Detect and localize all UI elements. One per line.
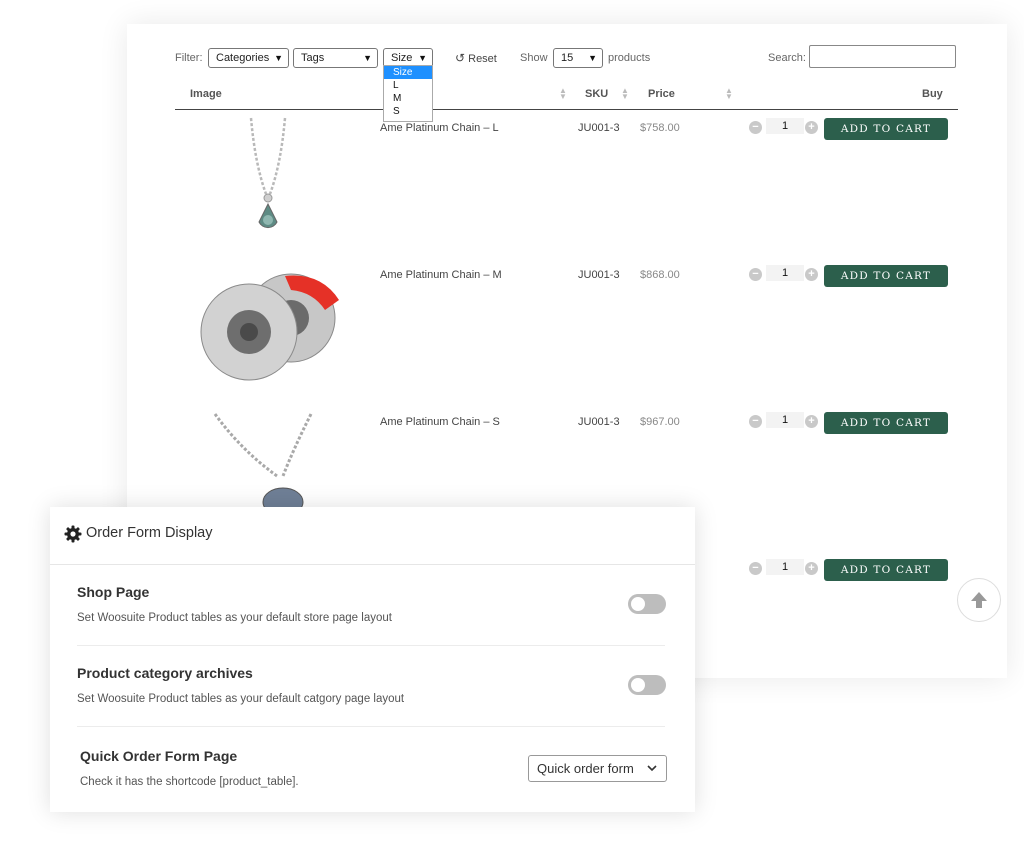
categories-select-value: Categories xyxy=(216,52,270,64)
product-price: $967.00 xyxy=(640,416,680,428)
reset-icon: ↺ xyxy=(455,51,466,65)
quick-order-page-description: Check it has the shortcode [product_tabl… xyxy=(80,776,299,788)
size-option[interactable]: Size xyxy=(384,66,432,79)
tags-select[interactable]: Tags ▼ xyxy=(293,48,378,68)
quantity-plus-button[interactable]: + xyxy=(805,415,818,428)
size-select-value: Size xyxy=(391,52,413,64)
reset-button[interactable]: ↺ Reset xyxy=(455,51,497,65)
quantity-minus-button[interactable]: − xyxy=(749,121,762,134)
chevron-down-icon: ▼ xyxy=(363,53,372,63)
minus-icon: − xyxy=(752,415,759,427)
product-sku: JU001-3 xyxy=(578,416,620,428)
column-image[interactable]: Image xyxy=(190,88,222,100)
category-archives-toggle[interactable] xyxy=(628,675,666,695)
quantity-input[interactable]: 1 xyxy=(766,265,804,281)
order-form-display-panel: Order Form Display Shop Page Set Woosuit… xyxy=(50,507,695,812)
product-image-gem-necklace[interactable] xyxy=(211,410,331,510)
show-count-value: 15 xyxy=(561,52,574,64)
toggle-knob xyxy=(631,678,645,692)
shop-page-toggle[interactable] xyxy=(628,594,666,614)
quick-order-page-title: Quick Order Form Page xyxy=(80,748,238,764)
show-label: Show xyxy=(520,52,548,64)
shop-page-description: Set Woosuite Product tables as your defa… xyxy=(77,612,392,624)
quantity-input[interactable]: 1 xyxy=(766,412,804,428)
plus-icon: + xyxy=(808,268,815,280)
show-count-select[interactable]: 15 ▼ xyxy=(553,48,603,68)
column-price[interactable]: Price xyxy=(648,88,675,100)
quantity-plus-button[interactable]: + xyxy=(805,268,818,281)
toggle-knob xyxy=(631,597,645,611)
products-label: products xyxy=(608,52,651,64)
sort-icon[interactable]: ▲ ▼ xyxy=(725,87,733,101)
quantity-plus-button[interactable]: + xyxy=(805,121,818,134)
category-archives-title: Product category archives xyxy=(77,665,253,681)
quick-order-page-select[interactable]: Quick order form xyxy=(528,755,667,782)
category-archives-description: Set Woosuite Product tables as your defa… xyxy=(77,693,405,705)
add-to-cart-button[interactable]: ADD TO CART xyxy=(824,559,948,581)
shop-page-title: Shop Page xyxy=(77,584,150,600)
panel-title: Order Form Display xyxy=(86,525,213,541)
quick-order-page-select-value: Quick order form xyxy=(537,761,634,776)
arrow-up-icon xyxy=(971,592,987,608)
filter-label: Filter: xyxy=(175,52,203,64)
product-image-brake-discs[interactable] xyxy=(193,270,353,384)
quantity-plus-button[interactable]: + xyxy=(805,562,818,575)
header-divider xyxy=(175,109,958,110)
product-name[interactable]: Ame Platinum Chain – M xyxy=(380,269,502,281)
add-to-cart-button[interactable]: ADD TO CART xyxy=(824,118,948,140)
add-to-cart-button[interactable]: ADD TO CART xyxy=(824,412,948,434)
quantity-input[interactable]: 1 xyxy=(766,559,804,575)
product-name[interactable]: Ame Platinum Chain – L xyxy=(380,122,499,134)
section-divider xyxy=(77,645,665,646)
size-option[interactable]: S xyxy=(384,105,432,118)
chevron-down-icon xyxy=(647,765,657,772)
sort-icon[interactable]: ▲ ▼ xyxy=(559,87,567,101)
quantity-minus-button[interactable]: − xyxy=(749,268,762,281)
plus-icon: + xyxy=(808,121,815,133)
quantity-input[interactable]: 1 xyxy=(766,118,804,134)
size-dropdown-list: Size L M S xyxy=(383,65,433,122)
plus-icon: + xyxy=(808,415,815,427)
chevron-down-icon: ▼ xyxy=(418,53,427,63)
size-option[interactable]: L xyxy=(384,79,432,92)
add-to-cart-button[interactable]: ADD TO CART xyxy=(824,265,948,287)
section-divider xyxy=(77,726,665,727)
minus-icon: − xyxy=(752,562,759,574)
search-input[interactable] xyxy=(809,45,956,68)
column-sku[interactable]: SKU xyxy=(585,88,608,100)
minus-icon: − xyxy=(752,121,759,133)
product-image-pendant-necklace[interactable] xyxy=(233,114,303,238)
plus-icon: + xyxy=(808,562,815,574)
tags-select-value: Tags xyxy=(301,52,325,64)
minus-icon: − xyxy=(752,268,759,280)
quantity-minus-button[interactable]: − xyxy=(749,415,762,428)
product-name[interactable]: Ame Platinum Chain – S xyxy=(380,416,500,428)
quantity-minus-button[interactable]: − xyxy=(749,562,762,575)
sort-icon[interactable]: ▲ ▼ xyxy=(621,87,629,101)
product-sku: JU001-3 xyxy=(578,122,620,134)
product-price: $868.00 xyxy=(640,269,680,281)
gear-icon xyxy=(64,525,82,543)
search-label: Search: xyxy=(768,52,806,64)
product-sku: JU001-3 xyxy=(578,269,620,281)
reset-label: Reset xyxy=(468,53,497,65)
scroll-to-top-button[interactable] xyxy=(957,578,1001,622)
size-option[interactable]: M xyxy=(384,92,432,105)
product-price: $758.00 xyxy=(640,122,680,134)
panel-header: Order Form Display xyxy=(50,507,695,565)
categories-select[interactable]: Categories ▼ xyxy=(208,48,289,68)
chevron-down-icon: ▼ xyxy=(274,53,283,63)
column-buy: Buy xyxy=(922,88,943,100)
chevron-down-icon: ▼ xyxy=(588,53,597,63)
